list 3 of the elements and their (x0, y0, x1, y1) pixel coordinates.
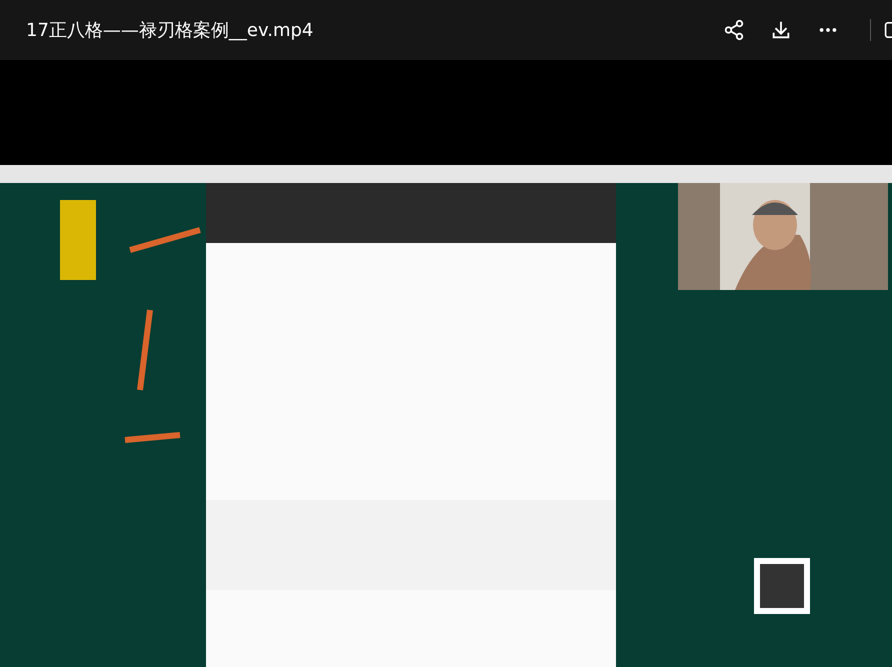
download-icon[interactable] (770, 19, 792, 41)
share-icon[interactable] (723, 19, 745, 41)
video-title: 17正八格——禄刃格案例__ev.mp4 (26, 19, 314, 42)
